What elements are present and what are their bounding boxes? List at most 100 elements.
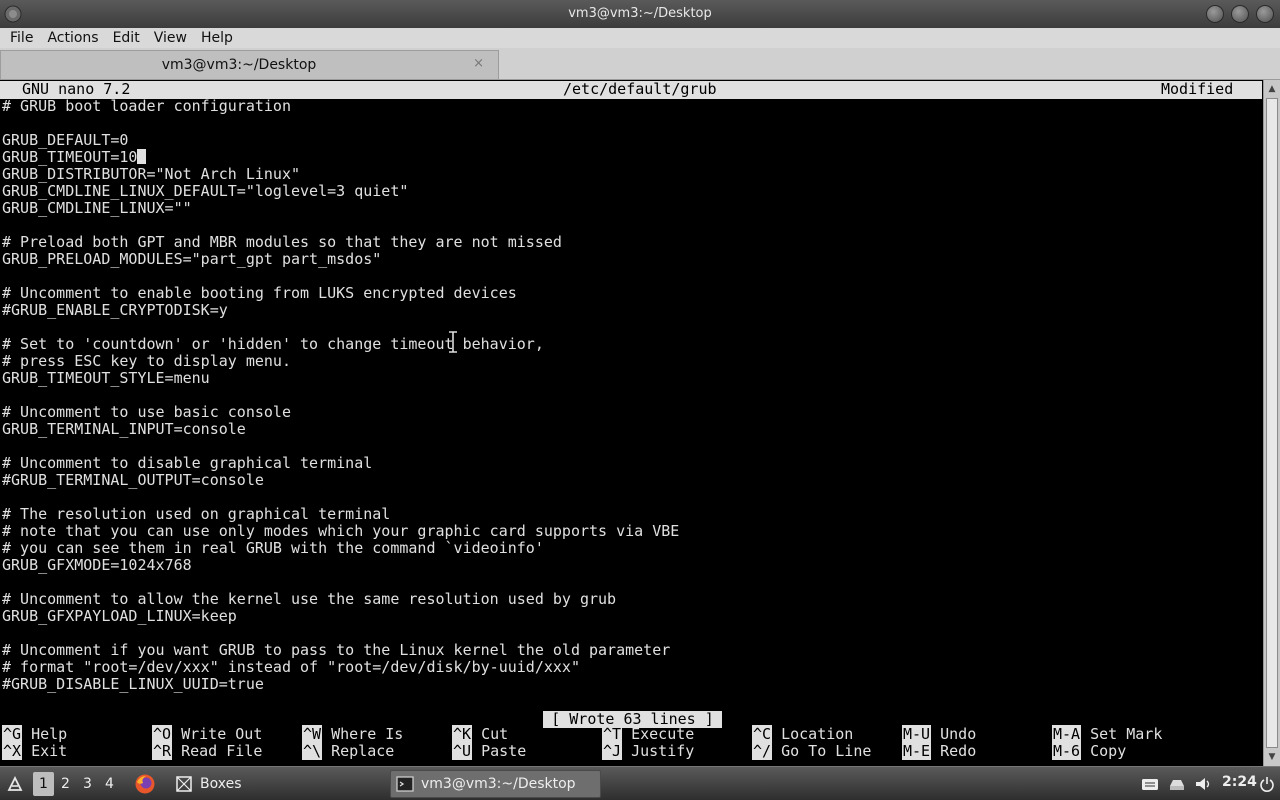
editor-line-text: # Uncomment to enable booting from LUKS …: [2, 284, 517, 302]
editor-line: # Uncomment to enable booting from LUKS …: [2, 285, 1262, 302]
shortcut-item: ^J Justify: [602, 742, 694, 760]
menu-help[interactable]: Help: [201, 30, 233, 46]
task-label: vm3@vm3:~/Desktop: [421, 776, 576, 792]
editor-line-text: GRUB_TIMEOUT_STYLE=menu: [2, 369, 210, 387]
terminal-view[interactable]: GNU nano 7.2 /etc/default/grub Modified …: [0, 80, 1280, 766]
shortcut-key: ^C: [752, 725, 773, 743]
menu-edit[interactable]: Edit: [113, 30, 140, 46]
editor-line-text: #GRUB_DISABLE_LINUX_UUID=true: [2, 675, 264, 693]
shortcut-item: ^R Read File: [152, 742, 262, 760]
tab-close-icon[interactable]: ×: [473, 56, 484, 71]
workspace-2[interactable]: 2: [55, 772, 76, 796]
shortcut-label: Exit: [31, 742, 68, 760]
task-terminal[interactable]: vm3@vm3:~/Desktop: [390, 770, 601, 798]
shortcut-key: ^W: [302, 725, 323, 743]
editor-line-text: # press ESC key to display menu.: [2, 352, 291, 370]
menu-actions[interactable]: Actions: [47, 30, 98, 46]
editor-line: # Uncomment if you want GRUB to pass to …: [2, 642, 1262, 659]
shortcut-key: M-6: [1052, 742, 1082, 760]
shortcut-label: Undo: [940, 725, 977, 743]
window-titlebar[interactable]: vm3@vm3:~/Desktop: [0, 0, 1280, 28]
shortcut-item: M-E Redo: [902, 742, 977, 760]
editor-line-text: #GRUB_ENABLE_CRYPTODISK=y: [2, 301, 228, 319]
editor-line-text: GRUB_GFXPAYLOAD_LINUX=keep: [2, 607, 237, 625]
editor-line-text: # Uncomment if you want GRUB to pass to …: [2, 641, 671, 659]
editor-line-text: # Preload both GPT and MBR modules so th…: [2, 233, 562, 251]
start-menu-icon[interactable]: [6, 775, 24, 793]
editor-line: # you can see them in real GRUB with the…: [2, 540, 1262, 557]
editor-line: # Uncomment to allow the kernel use the …: [2, 591, 1262, 608]
editor-line: #GRUB_TERMINAL_OUTPUT=console: [2, 472, 1262, 489]
shortcut-key: M-A: [1052, 725, 1082, 743]
editor-line-text: # Uncomment to use basic console: [2, 403, 291, 421]
editor-line: # Uncomment to use basic console: [2, 404, 1262, 421]
shortcut-key: ^T: [602, 725, 623, 743]
shortcut-label: Go To Line: [781, 742, 872, 760]
shortcut-key: ^\: [302, 742, 323, 760]
scrollbar-thumb[interactable]: [1266, 98, 1278, 748]
shortcut-key: M-U: [902, 725, 932, 743]
editor-line: #GRUB_ENABLE_CRYPTODISK=y: [2, 302, 1262, 319]
editor-line: GRUB_CMDLINE_LINUX="": [2, 200, 1262, 217]
volume-icon[interactable]: [1194, 775, 1212, 793]
terminal-scrollbar[interactable]: ▲ ▼: [1263, 80, 1280, 766]
shortcut-item: M-6 Copy: [1052, 742, 1127, 760]
workspace-1[interactable]: 1: [33, 772, 54, 796]
tab-strip: vm3@vm3:~/Desktop ×: [0, 48, 1280, 80]
editor-line: # press ESC key to display menu.: [2, 353, 1262, 370]
editor-line-text: # Uncomment to allow the kernel use the …: [2, 590, 617, 608]
editor-line: # note that you can use only modes which…: [2, 523, 1262, 540]
removable-drive-icon[interactable]: [1168, 775, 1186, 793]
keyboard-layout-icon[interactable]: [1141, 775, 1159, 793]
editor-text-area[interactable]: # GRUB boot loader configuration GRUB_DEF…: [2, 98, 1262, 693]
shortcut-item: ^O Write Out: [152, 725, 262, 743]
shortcut-item: ^W Where Is: [302, 725, 403, 743]
menu-view[interactable]: View: [154, 30, 187, 46]
shortcut-item: ^/ Go To Line: [752, 742, 872, 760]
editor-line: # GRUB boot loader configuration: [2, 98, 1262, 115]
shortcut-key: ^J: [602, 742, 623, 760]
editor-line: GRUB_CMDLINE_LINUX_DEFAULT="loglevel=3 q…: [2, 183, 1262, 200]
editor-line: # Uncomment to disable graphical termina…: [2, 455, 1262, 472]
editor-line-text: GRUB_CMDLINE_LINUX="": [2, 199, 192, 217]
scroll-up-icon[interactable]: ▲: [1266, 83, 1278, 95]
shortcut-label: Execute: [631, 725, 695, 743]
editor-line: # format "root=/dev/xxx" instead of "roo…: [2, 659, 1262, 676]
menu-bar: File Actions Edit View Help: [0, 28, 1280, 48]
shortcut-item: M-A Set Mark: [1052, 725, 1163, 743]
editor-line: GRUB_PRELOAD_MODULES="part_gpt part_msdo…: [2, 251, 1262, 268]
shortcut-item: ^X Exit: [2, 742, 68, 760]
editor-line: # The resolution used on graphical termi…: [2, 506, 1262, 523]
text-cursor: [137, 149, 147, 164]
power-icon[interactable]: [1258, 775, 1276, 793]
editor-line: # Preload both GPT and MBR modules so th…: [2, 234, 1262, 251]
nano-version: GNU nano 7.2: [22, 80, 131, 98]
shortcut-label: Copy: [1090, 742, 1127, 760]
editor-line-text: # Set to 'countdown' or 'hidden' to chan…: [2, 335, 544, 353]
terminal-icon: [396, 776, 414, 792]
task-boxes[interactable]: Boxes: [172, 770, 386, 798]
editor-line-text: # note that you can use only modes which…: [2, 522, 680, 540]
workspace-3[interactable]: 3: [77, 772, 98, 796]
shortcut-label: Redo: [940, 742, 977, 760]
shortcut-label: Set Mark: [1090, 725, 1163, 743]
editor-line-text: # you can see them in real GRUB with the…: [2, 539, 544, 557]
scroll-down-icon[interactable]: ▼: [1266, 751, 1278, 763]
tab-terminal[interactable]: vm3@vm3:~/Desktop ×: [0, 50, 499, 79]
shortcut-label: Help: [31, 725, 68, 743]
minimize-button[interactable]: [1206, 5, 1224, 23]
shortcut-key: ^U: [452, 742, 473, 760]
close-button[interactable]: [1256, 5, 1274, 23]
firefox-icon[interactable]: [134, 773, 156, 795]
maximize-button[interactable]: [1231, 5, 1249, 23]
menu-file[interactable]: File: [10, 30, 33, 46]
clock[interactable]: 2:24: [1222, 774, 1257, 790]
workspace-4[interactable]: 4: [99, 772, 120, 796]
shortcut-bar: ^G Help ^O Write Out ^W Where Is ^K Cut ^T E…: [2, 725, 1262, 762]
editor-line-text: GRUB_DEFAULT=0: [2, 131, 129, 149]
